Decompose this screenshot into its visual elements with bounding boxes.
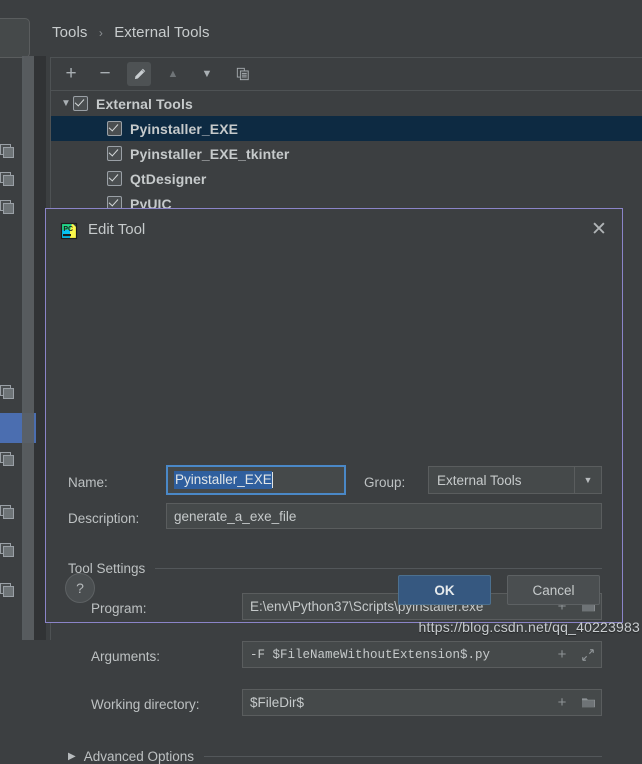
arguments-input-value: -F $FileNameWithoutExtension$.py <box>250 647 491 662</box>
edit-pencil-icon <box>127 62 151 86</box>
arrow-down-icon: ▼ <box>201 68 213 80</box>
chevron-down-icon[interactable]: ▼ <box>59 98 73 109</box>
close-icon[interactable]: ✕ <box>588 219 610 241</box>
copy-icon-front <box>3 175 14 186</box>
copy-icon-front <box>3 388 14 399</box>
group-dropdown[interactable]: External Tools ▼ <box>428 466 602 494</box>
add-tool-button[interactable]: + <box>59 62 83 86</box>
table-row[interactable]: Pyinstaller_EXE_tkinter <box>51 141 642 166</box>
name-input[interactable]: Pyinstaller_EXE <box>166 465 346 495</box>
copy-icon-front <box>3 586 14 597</box>
dialog-title: Edit Tool <box>88 221 146 238</box>
expand-icon[interactable] <box>575 642 601 667</box>
copy-tool-button[interactable] <box>231 62 255 86</box>
copy-icon-front <box>3 455 14 466</box>
svg-text:PC: PC <box>63 226 73 233</box>
copy-icon <box>231 62 255 86</box>
move-up-button[interactable]: ▲ <box>161 62 185 86</box>
tree-checkbox[interactable] <box>107 146 122 161</box>
remove-tool-button[interactable]: − <box>93 62 117 86</box>
copy-icon-front <box>3 508 14 519</box>
chevron-right-icon[interactable]: ▶ <box>68 751 76 762</box>
settings-node-icon[interactable] <box>0 144 14 158</box>
settings-tree-sidebar[interactable] <box>0 0 46 640</box>
table-row[interactable]: ▼ External Tools <box>51 91 642 116</box>
settings-node-icon[interactable] <box>0 543 14 557</box>
advanced-options-header[interactable]: ▶ Advanced Options <box>68 749 602 764</box>
copy-icon-front <box>3 203 14 214</box>
tree-item-label: Pyinstaller_EXE_tkinter <box>130 145 290 162</box>
working-directory-input[interactable]: $FileDir$ + <box>242 689 602 716</box>
description-input[interactable]: generate_a_exe_file <box>166 503 602 529</box>
table-row[interactable]: Pyinstaller_EXE <box>51 116 642 141</box>
settings-node-icon[interactable] <box>0 583 14 597</box>
insert-macro-button[interactable]: + <box>549 690 575 715</box>
cancel-button[interactable]: Cancel <box>507 575 600 605</box>
description-input-value: generate_a_exe_file <box>174 508 297 524</box>
pycharm-icon: PC <box>59 221 79 241</box>
tree-item-label: Pyinstaller_EXE <box>130 120 239 137</box>
breadcrumb-current: External Tools <box>114 24 210 41</box>
table-row[interactable]: QtDesigner <box>51 166 642 191</box>
tree-item-label: External Tools <box>96 95 193 112</box>
advanced-options-label: Advanced Options <box>83 749 195 764</box>
group-label: Group: <box>364 475 406 490</box>
text-caret <box>271 472 273 488</box>
tree-item-label: QtDesigner <box>130 170 207 187</box>
settings-node-icon[interactable] <box>0 505 14 519</box>
ok-button[interactable]: OK <box>398 575 491 605</box>
group-dropdown-value: External Tools <box>437 472 522 488</box>
arrow-up-icon: ▲ <box>167 68 179 80</box>
tree-checkbox[interactable] <box>107 121 122 136</box>
sidebar-search-box[interactable] <box>0 18 30 58</box>
working-directory-label: Working directory: <box>91 697 200 712</box>
help-button[interactable]: ? <box>65 573 95 603</box>
plus-icon: + <box>65 63 77 84</box>
chevron-right-icon: › <box>98 26 103 40</box>
edit-tool-dialog: PC Edit Tool ✕ Name: Pyinstaller_EXE Gro… <box>45 208 623 764</box>
tools-toolbar: + − ▲ ▼ <box>51 58 642 91</box>
tree-checkbox[interactable] <box>73 96 88 111</box>
minus-icon: − <box>99 63 111 84</box>
settings-node-icon[interactable] <box>0 172 14 186</box>
edit-tool-button[interactable] <box>127 62 151 86</box>
tool-settings-header: Tool Settings <box>68 561 602 576</box>
settings-node-icon[interactable] <box>0 385 14 399</box>
watermark: https://blog.csdn.net/qq_40223983 <box>418 619 640 635</box>
program-label: Program: <box>91 601 147 616</box>
chevron-down-icon[interactable]: ▼ <box>574 467 601 493</box>
program-input-value: E:\env\Python37\Scripts\pyinstaller.exe <box>250 599 484 614</box>
settings-node-icon[interactable] <box>0 200 14 214</box>
description-label: Description: <box>68 511 140 526</box>
external-tools-tree[interactable]: ▼ External Tools Pyinstaller_EXE Pyinsta… <box>51 91 642 216</box>
folder-icon[interactable] <box>575 690 601 715</box>
arguments-label: Arguments: <box>91 649 161 664</box>
working-directory-input-value: $FileDir$ <box>250 695 305 710</box>
breadcrumb-parent[interactable]: Tools <box>52 24 88 41</box>
sidebar-scrollbar[interactable] <box>22 56 34 640</box>
section-divider <box>204 756 602 757</box>
section-divider <box>155 568 602 569</box>
copy-icon-front <box>3 546 14 557</box>
insert-macro-button[interactable]: + <box>549 642 575 667</box>
name-label: Name: <box>68 475 108 490</box>
copy-icon-front <box>3 147 14 158</box>
settings-node-icon[interactable] <box>0 452 14 466</box>
dialog-titlebar: PC Edit Tool ✕ <box>46 209 622 251</box>
move-down-button[interactable]: ▼ <box>195 62 219 86</box>
name-input-value: Pyinstaller_EXE <box>174 471 272 489</box>
tree-checkbox[interactable] <box>107 171 122 186</box>
breadcrumb: Tools › External Tools <box>52 24 210 41</box>
arguments-input[interactable]: -F $FileNameWithoutExtension$.py + <box>242 641 602 668</box>
